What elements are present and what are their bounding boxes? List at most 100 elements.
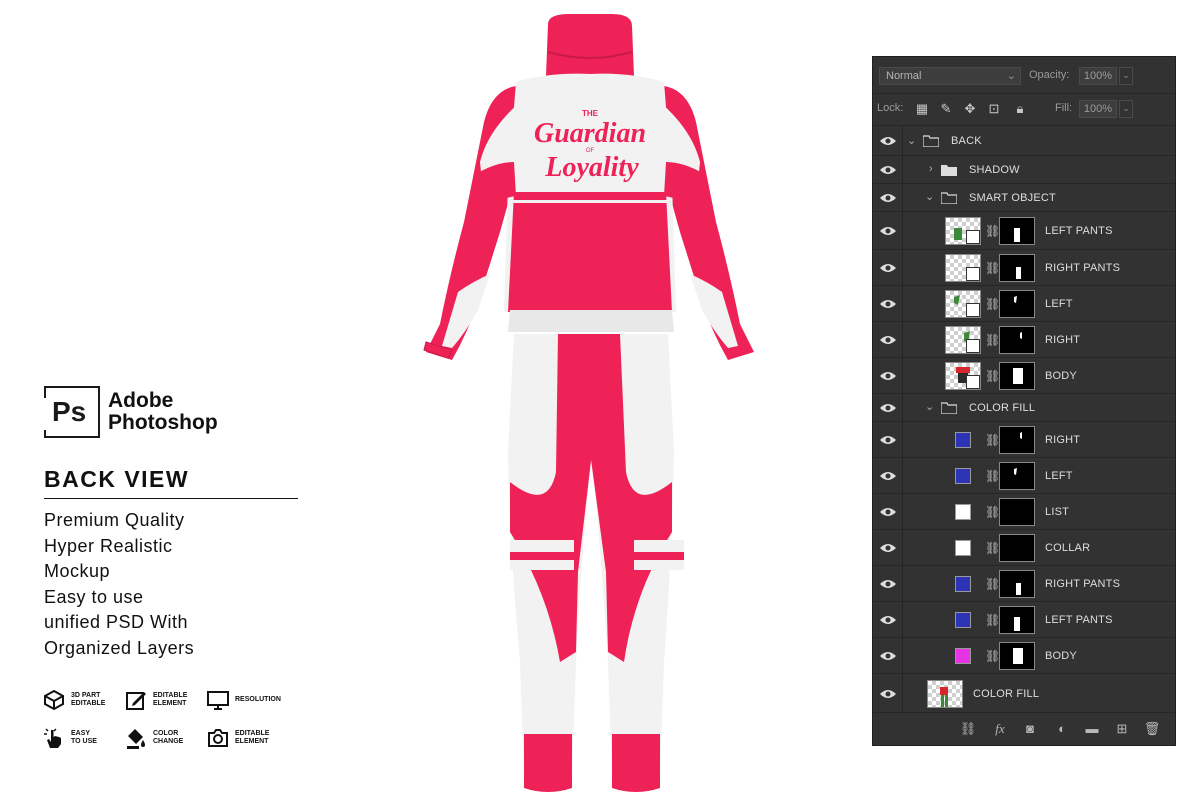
layer-mask[interactable]: [999, 534, 1035, 562]
layer-row[interactable]: ⛓︎ BODY: [873, 638, 1175, 674]
link-icon[interactable]: ⛓︎: [985, 296, 1000, 312]
layer-mask[interactable]: [999, 498, 1035, 526]
badge-line: RESOLUTION: [235, 696, 281, 703]
fill-swatch[interactable]: [955, 576, 971, 592]
eye-icon[interactable]: [880, 435, 896, 445]
fill-swatch[interactable]: [955, 432, 971, 448]
layer-row[interactable]: ⌄ BACK: [873, 126, 1175, 156]
layer-row[interactable]: ⛓︎ LEFT PANTS: [873, 602, 1175, 638]
layer-mask[interactable]: [999, 606, 1035, 634]
layer-mask[interactable]: [999, 217, 1035, 245]
print-small: THE: [582, 109, 599, 118]
trash-icon[interactable]: 🗑︎: [1143, 721, 1161, 737]
eye-icon[interactable]: [880, 615, 896, 625]
chevron-down-icon[interactable]: ⌄: [1119, 100, 1133, 118]
layer-name: COLLAR: [1045, 542, 1091, 554]
layer-row[interactable]: ⌄ SMART OBJECT: [873, 184, 1175, 212]
layer-mask[interactable]: [999, 570, 1035, 598]
lock-brush-icon[interactable]: ✎: [939, 102, 953, 116]
eye-icon[interactable]: [880, 165, 896, 175]
layer-mask[interactable]: [999, 426, 1035, 454]
link-icon[interactable]: ⛓︎: [985, 260, 1000, 276]
chevron-down-icon[interactable]: ⌄: [925, 400, 934, 413]
link-icon[interactable]: ⛓︎: [985, 468, 1000, 484]
layer-row[interactable]: COLOR FILL: [873, 674, 1175, 714]
link-icon[interactable]: ⛓︎: [959, 721, 977, 737]
print-line-2: Loyality: [544, 152, 639, 183]
chevron-down-icon[interactable]: ⌄: [925, 190, 934, 203]
layer-row[interactable]: ⛓︎ RIGHT PANTS: [873, 566, 1175, 602]
eye-icon[interactable]: [880, 403, 896, 413]
chevron-right-icon[interactable]: ›: [929, 163, 933, 175]
layer-row[interactable]: ⛓︎ LEFT: [873, 458, 1175, 494]
fill-swatch[interactable]: [955, 612, 971, 628]
chevron-down-icon[interactable]: ⌄: [1119, 67, 1133, 85]
layer-thumbnail: [945, 362, 981, 390]
eye-icon[interactable]: [880, 193, 896, 203]
layer-row[interactable]: ⛓︎ RIGHT PANTS: [873, 250, 1175, 286]
eye-icon[interactable]: [880, 543, 896, 553]
layer-mask[interactable]: [999, 362, 1035, 390]
smart-object-icon: [966, 267, 980, 281]
feature-item: Easy to use: [44, 586, 144, 607]
link-icon[interactable]: ⛓︎: [985, 368, 1000, 384]
layer-row[interactable]: › SHADOW: [873, 156, 1175, 184]
fx-icon[interactable]: fx: [991, 721, 1009, 737]
layer-mask[interactable]: [999, 326, 1035, 354]
eye-icon[interactable]: [880, 226, 896, 236]
fill-swatch[interactable]: [955, 468, 971, 484]
link-icon[interactable]: ⛓︎: [985, 223, 1000, 239]
opacity-input[interactable]: 100%: [1079, 67, 1117, 85]
layers-bottom-toolbar: ⛓︎ fx ◙ ◐ ▬ ⊞ 🗑︎: [873, 712, 1175, 745]
fill-swatch[interactable]: [955, 540, 971, 556]
badge-line: COLOR: [153, 730, 179, 737]
layer-row[interactable]: ⛓︎ COLLAR: [873, 530, 1175, 566]
blend-mode-select[interactable]: Normal ⌄: [879, 67, 1021, 85]
eye-icon[interactable]: [880, 507, 896, 517]
layer-row[interactable]: ⛓︎ LIST: [873, 494, 1175, 530]
lock-all-icon[interactable]: 🔒︎: [1013, 102, 1027, 116]
lock-artboard-icon[interactable]: ⊡: [987, 102, 1001, 116]
layer-row[interactable]: ⛓︎ LEFT PANTS: [873, 212, 1175, 250]
link-icon[interactable]: ⛓︎: [985, 432, 1000, 448]
chevron-down-icon[interactable]: ⌄: [907, 134, 916, 147]
link-icon[interactable]: ⛓︎: [985, 540, 1000, 556]
link-icon[interactable]: ⛓︎: [985, 576, 1000, 592]
layer-row[interactable]: ⛓︎ RIGHT: [873, 322, 1175, 358]
lock-label: Lock:: [877, 102, 904, 114]
fill-swatch[interactable]: [955, 504, 971, 520]
layer-mask[interactable]: [999, 290, 1035, 318]
layer-row[interactable]: ⌄ COLOR FILL: [873, 394, 1175, 422]
eye-icon[interactable]: [880, 471, 896, 481]
folder-icon: [923, 135, 939, 147]
fill-input[interactable]: 100%: [1079, 100, 1117, 118]
eye-icon[interactable]: [880, 299, 896, 309]
lock-move-icon[interactable]: ✥: [963, 102, 977, 116]
folder-icon[interactable]: ▬: [1083, 721, 1101, 737]
layer-mask[interactable]: [999, 462, 1035, 490]
mask-icon[interactable]: ◙: [1021, 721, 1039, 737]
layer-row[interactable]: ⛓︎ RIGHT: [873, 422, 1175, 458]
eye-icon[interactable]: [880, 371, 896, 381]
layer-name: RIGHT PANTS: [1045, 578, 1121, 590]
title-divider: [44, 498, 298, 499]
eye-icon[interactable]: [880, 579, 896, 589]
link-icon[interactable]: ⛓︎: [985, 648, 1000, 664]
eye-icon[interactable]: [880, 651, 896, 661]
link-icon[interactable]: ⛓︎: [985, 612, 1000, 628]
eye-icon[interactable]: [880, 689, 896, 699]
eye-icon[interactable]: [880, 136, 896, 146]
layer-mask[interactable]: [999, 254, 1035, 282]
layer-mask[interactable]: [999, 642, 1035, 670]
link-icon[interactable]: ⛓︎: [985, 332, 1000, 348]
adjustment-icon[interactable]: ◐: [1053, 721, 1071, 737]
lock-transparent-icon[interactable]: ▦: [915, 102, 929, 116]
eye-icon[interactable]: [880, 263, 896, 273]
layer-row[interactable]: ⛓︎ LEFT: [873, 286, 1175, 322]
fill-swatch[interactable]: [955, 648, 971, 664]
smart-object-icon: [966, 375, 980, 389]
eye-icon[interactable]: [880, 335, 896, 345]
layer-row[interactable]: ⛓︎ BODY: [873, 358, 1175, 394]
link-icon[interactable]: ⛓︎: [985, 504, 1000, 520]
new-layer-icon[interactable]: ⊞: [1113, 721, 1131, 737]
